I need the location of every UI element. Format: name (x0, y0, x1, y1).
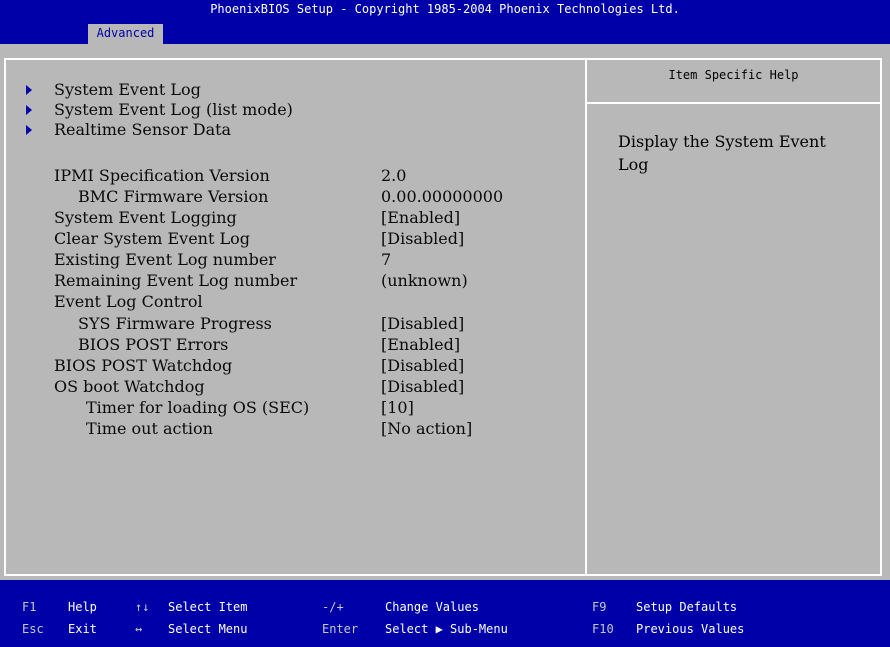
setting-bmc-firmware-version: BMC Firmware Version 0.00.00000000 (6, 187, 576, 207)
tab-advanced[interactable]: Advanced (88, 24, 163, 44)
setting-os-boot-watchdog[interactable]: OS boot Watchdog [Disabled] (6, 377, 576, 397)
submenu-arrow-icon (26, 105, 32, 115)
help-header-divider (587, 102, 880, 104)
key-f10: F10 (592, 622, 614, 636)
setting-value[interactable]: [Disabled] (381, 356, 464, 376)
submenu-system-event-log[interactable]: System Event Log (6, 80, 576, 100)
key-help-desc: Help (68, 600, 97, 614)
setting-label: IPMI Specification Version (54, 166, 270, 185)
setting-ipmi-spec-version: IPMI Specification Version 2.0 (6, 166, 576, 186)
setting-system-event-logging[interactable]: System Event Logging [Enabled] (6, 208, 576, 228)
key-enter: Enter (322, 622, 359, 636)
key-esc: Esc (22, 622, 44, 636)
setting-value: 0.00.00000000 (381, 187, 504, 206)
setting-label: SYS Firmware Progress (78, 314, 272, 333)
setting-value[interactable]: [Disabled] (381, 377, 464, 397)
setting-label: Event Log Control (54, 292, 203, 311)
key-help-bar: F1 Help Esc Exit ↑↓ Select Item ↔ Select… (0, 580, 890, 647)
panel-divider (585, 60, 587, 574)
key-select-submenu-desc: Select ▶ Sub-Menu (385, 622, 508, 636)
setting-value[interactable]: [10] (381, 398, 414, 418)
setting-label: System Event Logging (54, 208, 237, 227)
setting-remaining-event-log-number: Remaining Event Log number (unknown) (6, 271, 576, 291)
key-up-down-arrows: ↑↓ (135, 600, 150, 614)
key-previous-values-desc: Previous Values (636, 622, 745, 636)
submenu-realtime-sensor-data[interactable]: Realtime Sensor Data (6, 120, 576, 140)
setting-timer-loading-os[interactable]: Timer for loading OS (SEC) [10] (6, 398, 576, 418)
setting-label: BIOS POST Errors (78, 335, 229, 354)
setting-label: Timer for loading OS (SEC) (86, 398, 310, 417)
submenu-label: System Event Log (54, 80, 201, 99)
setting-bios-post-errors[interactable]: BIOS POST Errors [Enabled] (6, 335, 576, 355)
key-f9: F9 (592, 600, 607, 614)
setting-value[interactable]: [No action] (381, 419, 472, 439)
submenu-label: System Event Log (list mode) (54, 100, 293, 119)
setting-label: BMC Firmware Version (78, 187, 269, 206)
key-change-values-desc: Change Values (385, 600, 479, 614)
setting-event-log-control: Event Log Control (6, 292, 576, 312)
menu-tab-bar: Advanced (0, 24, 890, 44)
submenu-label: Realtime Sensor Data (54, 120, 232, 139)
setting-value: 2.0 (381, 166, 407, 185)
setting-value[interactable]: [Enabled] (381, 208, 460, 228)
setting-value[interactable]: [Disabled] (381, 314, 464, 334)
setting-label: OS boot Watchdog (54, 377, 205, 396)
submenu-arrow-icon (26, 125, 32, 135)
key-minus-plus: -/+ (322, 600, 344, 614)
setting-time-out-action[interactable]: Time out action [No action] (6, 419, 576, 439)
key-select-item-desc: Select Item (168, 600, 248, 614)
setting-label: Existing Event Log number (54, 250, 276, 269)
key-select-menu-desc: Select Menu (168, 622, 248, 636)
help-panel-text: Display the System Event Log (618, 132, 826, 174)
setting-clear-system-event-log[interactable]: Clear System Event Log [Disabled] (6, 229, 576, 249)
setting-label: BIOS POST Watchdog (54, 356, 233, 375)
setting-value[interactable]: [Enabled] (381, 335, 460, 355)
setting-sys-firmware-progress[interactable]: SYS Firmware Progress [Disabled] (6, 314, 576, 334)
setting-existing-event-log-number: Existing Event Log number 7 (6, 250, 576, 270)
setting-value: 7 (381, 250, 392, 269)
main-panel: Item Specific Help Display the System Ev… (4, 58, 882, 576)
key-exit-desc: Exit (68, 622, 97, 636)
setting-bios-post-watchdog[interactable]: BIOS POST Watchdog [Disabled] (6, 356, 576, 376)
key-setup-defaults-desc: Setup Defaults (636, 600, 738, 614)
setting-value[interactable]: [Disabled] (381, 229, 464, 249)
key-left-right-arrows: ↔ (135, 622, 143, 636)
help-panel-title: Item Specific Help (668, 68, 799, 82)
setting-label: Remaining Event Log number (54, 271, 298, 290)
window-title: PhoenixBIOS Setup - Copyright 1985-2004 … (0, 0, 890, 24)
key-f1: F1 (22, 600, 37, 614)
submenu-arrow-icon (26, 85, 32, 95)
setting-value: (unknown) (381, 271, 468, 290)
setting-label: Time out action (86, 419, 213, 438)
submenu-system-event-log-list-mode[interactable]: System Event Log (list mode) (6, 100, 576, 120)
setting-label: Clear System Event Log (54, 229, 250, 248)
